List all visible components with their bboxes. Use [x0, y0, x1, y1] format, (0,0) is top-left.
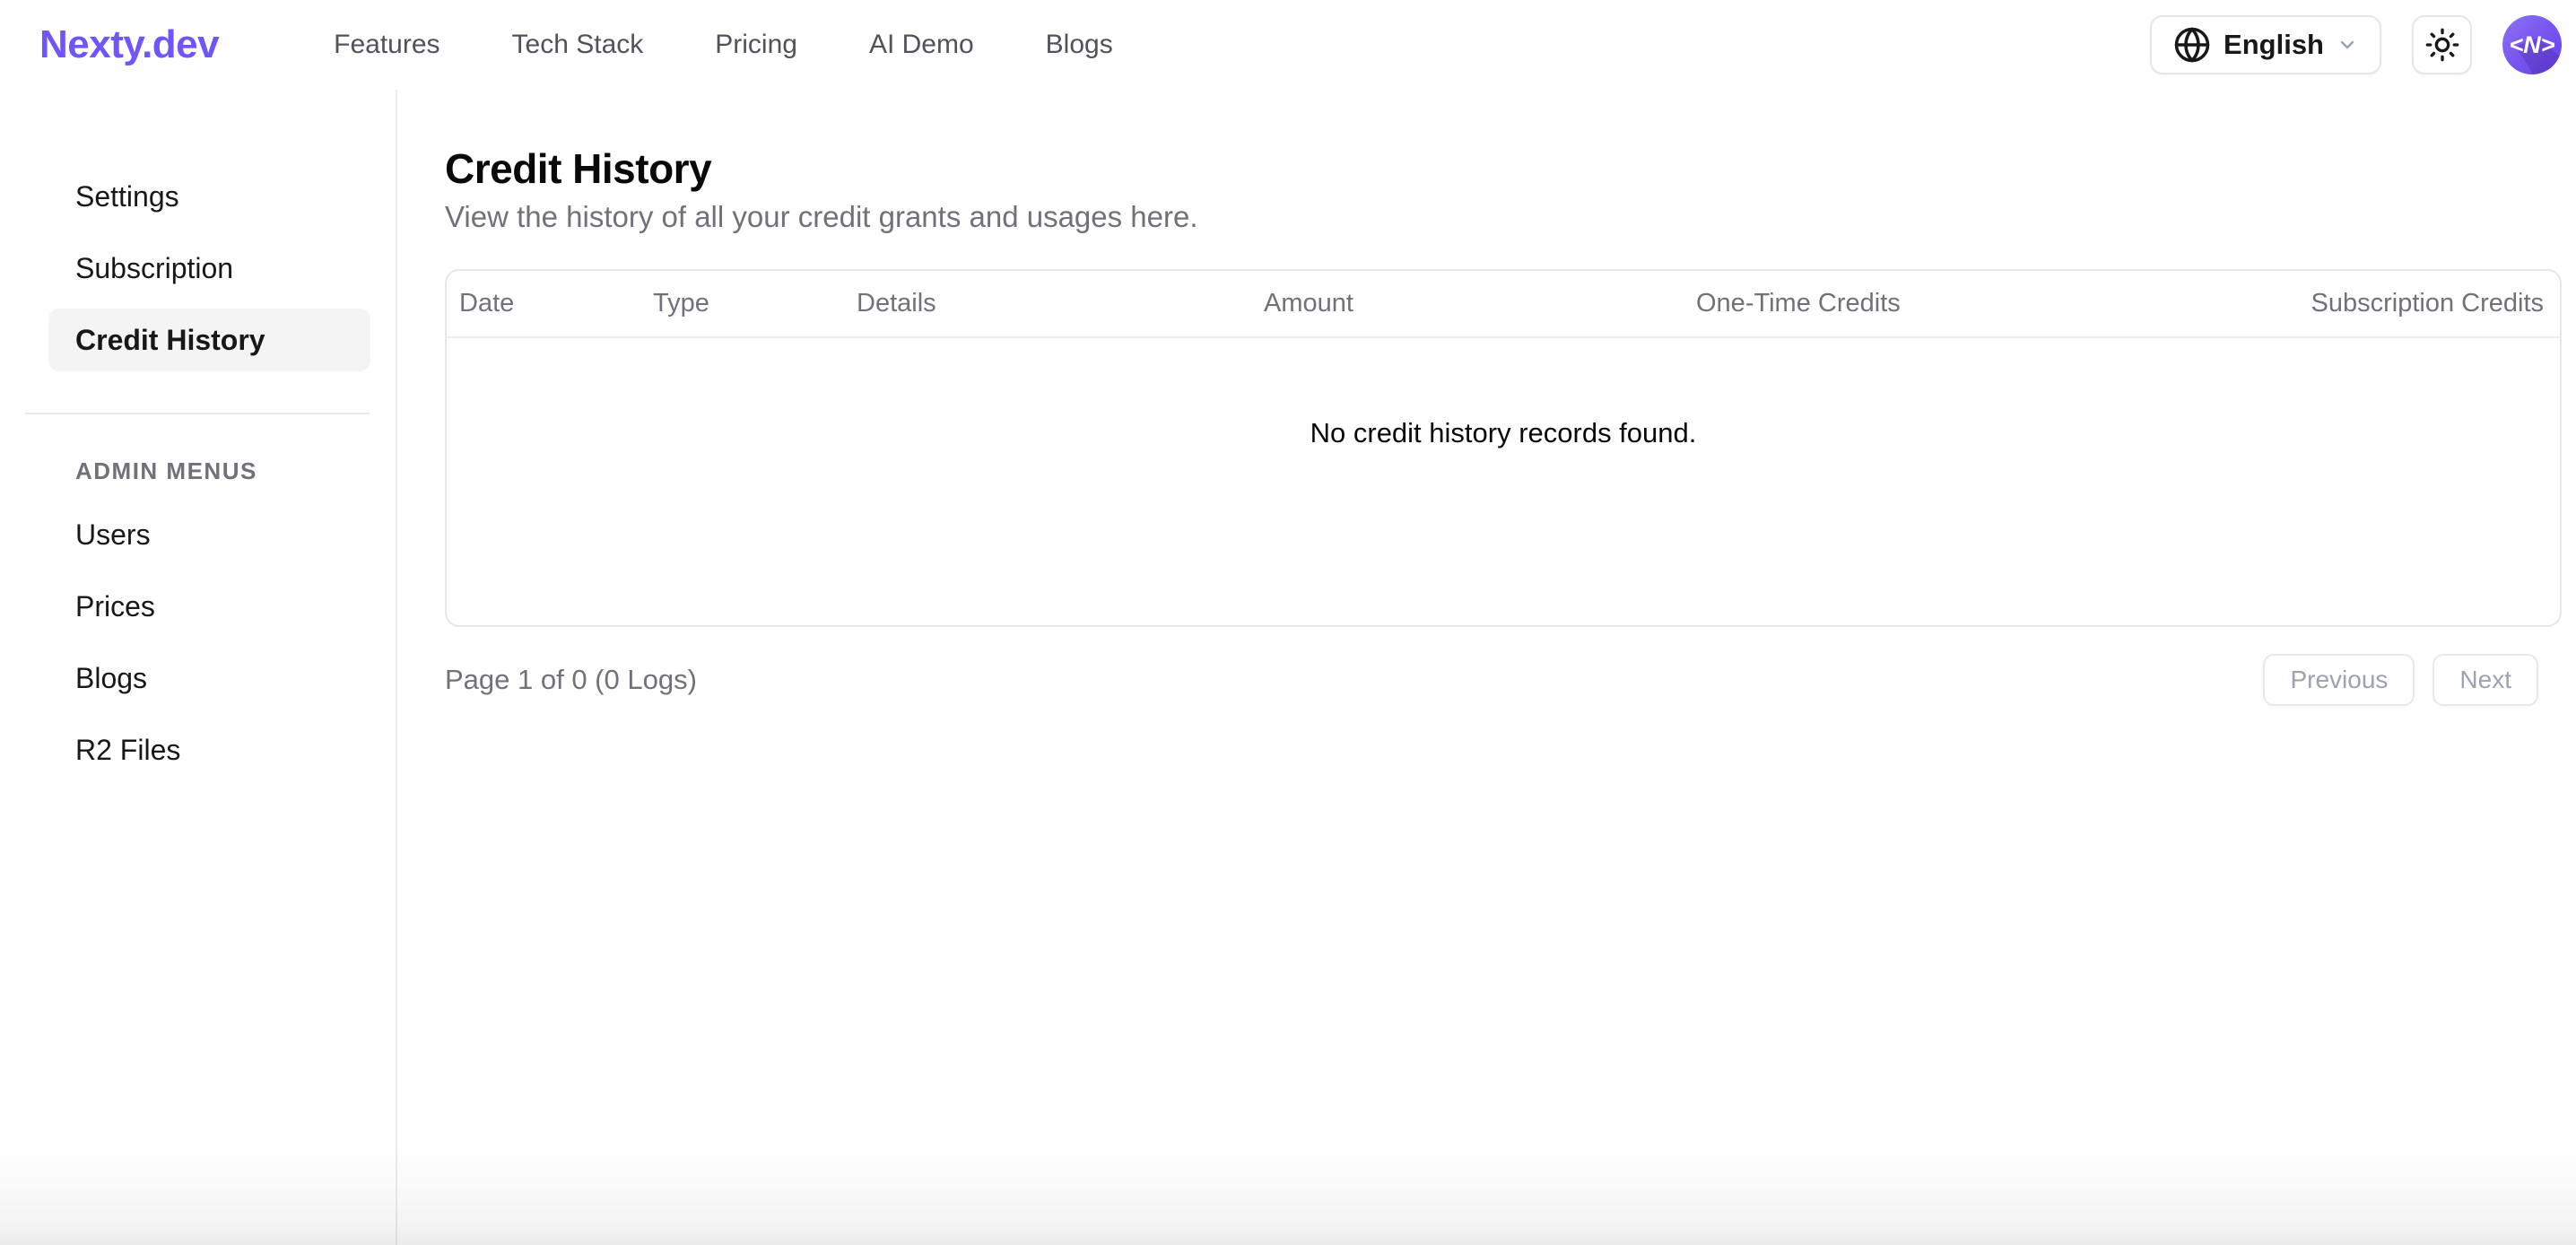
- pagination-summary: Page 1 of 0 (0 Logs): [445, 664, 697, 696]
- credit-history-table: Date Type Details Amount One-Time Credit…: [445, 269, 2562, 627]
- sidebar-item-subscription[interactable]: Subscription: [48, 237, 370, 300]
- nav-item-tech-stack[interactable]: Tech Stack: [512, 30, 644, 60]
- previous-page-button[interactable]: Previous: [2263, 654, 2415, 706]
- language-selector-label: English: [2224, 29, 2324, 61]
- language-selector-button[interactable]: English: [2150, 15, 2381, 74]
- nav-item-ai-demo[interactable]: AI Demo: [869, 30, 974, 60]
- admin-menus-section-label: ADMIN MENUS: [48, 457, 370, 485]
- column-header-type: Type: [640, 289, 844, 318]
- nav-item-features[interactable]: Features: [334, 30, 439, 60]
- nav-item-blogs[interactable]: Blogs: [1046, 30, 1113, 60]
- topbar-right-controls: English <N>: [2150, 15, 2562, 74]
- content-shell: Settings Subscription Credit History ADM…: [0, 90, 2576, 1245]
- nav-item-pricing[interactable]: Pricing: [715, 30, 797, 60]
- top-navigation-bar: Nexty.dev Features Tech Stack Pricing AI…: [0, 0, 2576, 90]
- column-header-amount: Amount: [1251, 289, 1684, 318]
- sidebar-item-prices[interactable]: Prices: [48, 575, 370, 638]
- sidebar-item-r2-files[interactable]: R2 Files: [48, 718, 370, 781]
- column-header-subscription-credits: Subscription Credits: [2132, 289, 2560, 318]
- avatar-initials: <N>: [2509, 31, 2554, 59]
- table-empty-state-message: No credit history records found.: [447, 338, 2560, 625]
- chevron-down-icon: [2337, 34, 2358, 56]
- pagination-row: Page 1 of 0 (0 Logs) Previous Next: [445, 654, 2562, 706]
- sidebar-item-settings[interactable]: Settings: [48, 165, 370, 228]
- globe-icon: [2173, 26, 2211, 64]
- user-avatar[interactable]: <N>: [2502, 15, 2562, 74]
- page-subtitle: View the history of all your credit gran…: [445, 199, 2562, 235]
- page-title: Credit History: [445, 144, 2562, 194]
- theme-toggle-button[interactable]: [2412, 15, 2472, 74]
- table-header-row: Date Type Details Amount One-Time Credit…: [447, 271, 2560, 338]
- sidebar: Settings Subscription Credit History ADM…: [0, 90, 397, 1245]
- sun-icon: [2424, 27, 2460, 63]
- column-header-details: Details: [844, 289, 1251, 318]
- pagination-buttons: Previous Next: [2263, 654, 2538, 706]
- sidebar-divider: [25, 413, 370, 414]
- sidebar-item-users[interactable]: Users: [48, 503, 370, 566]
- brand-logo[interactable]: Nexty.dev: [39, 22, 219, 67]
- main-content: Credit History View the history of all y…: [397, 90, 2576, 1245]
- next-page-button[interactable]: Next: [2432, 654, 2538, 706]
- sidebar-item-blogs[interactable]: Blogs: [48, 647, 370, 710]
- column-header-date: Date: [447, 289, 640, 318]
- column-header-one-time-credits: One-Time Credits: [1684, 289, 2132, 318]
- sidebar-item-credit-history[interactable]: Credit History: [48, 309, 370, 371]
- main-nav: Features Tech Stack Pricing AI Demo Blog…: [334, 30, 1113, 60]
